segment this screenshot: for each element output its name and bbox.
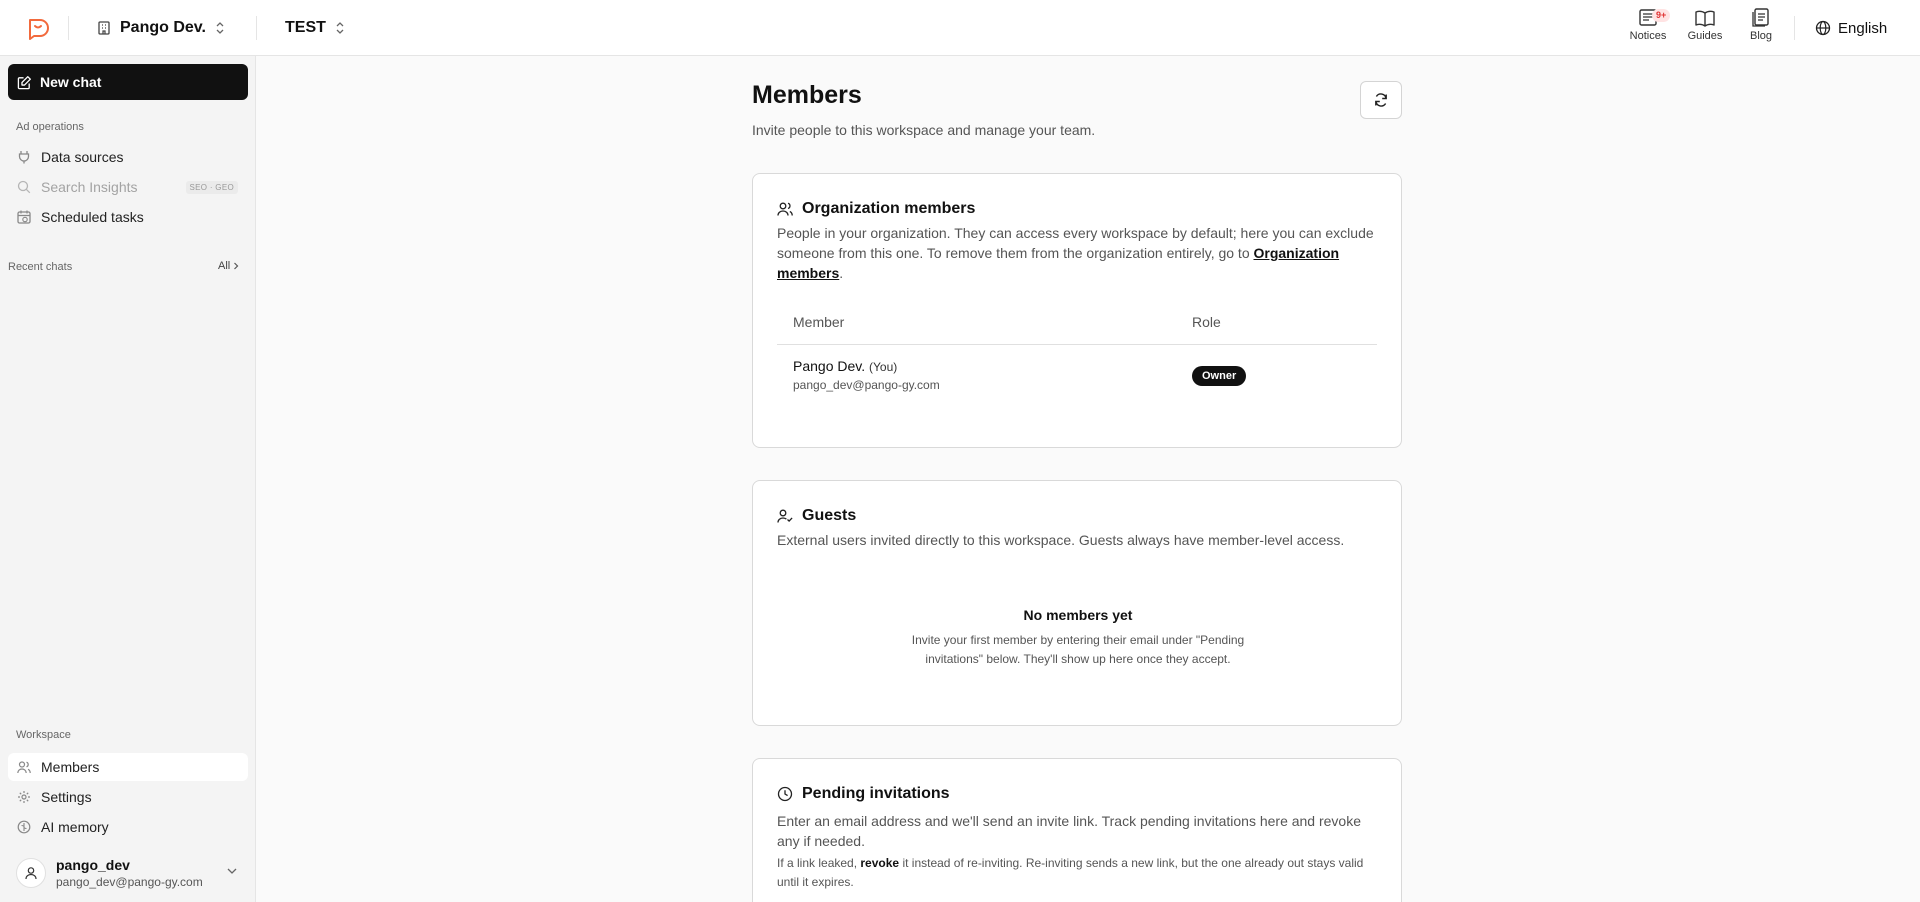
card-header: Organization members <box>777 200 975 218</box>
search-icon <box>17 180 31 194</box>
notices-button[interactable]: 9+ Notices <box>1620 8 1676 48</box>
sidebar-item-data-sources[interactable]: Data sources <box>8 143 248 171</box>
chevron-updown-icon <box>216 22 224 34</box>
seo-geo-tag: SEO · GEO <box>185 180 238 194</box>
sidebar-item-search-insights[interactable]: Search Insights SEO · GEO <box>8 173 248 201</box>
table-row: Pango Dev. (You) pango_dev@pango-gy.com … <box>777 346 1377 406</box>
divider <box>1794 16 1795 40</box>
globe-icon <box>1815 20 1831 36</box>
member-email: pango_dev@pango-gy.com <box>793 378 940 392</box>
avatar <box>16 858 46 888</box>
brain-icon <box>17 820 31 834</box>
column-header-role: Role <box>1192 314 1221 330</box>
sidebar: New chat Ad operations Data sources Sear… <box>0 56 256 902</box>
section-label-ad-operations: Ad operations <box>16 121 84 133</box>
project-name: TEST <box>285 19 326 36</box>
notices-label: Notices <box>1629 30 1667 42</box>
divider <box>68 16 69 40</box>
section-label-recent-chats: Recent chats <box>8 261 73 273</box>
member-name-text: Pango Dev. <box>793 358 866 374</box>
guides-button[interactable]: Guides <box>1677 8 1733 48</box>
card-title: Organization members <box>802 200 976 217</box>
note-prefix: If a link leaked, <box>777 856 858 870</box>
recent-chats-all-link[interactable]: All <box>218 260 239 272</box>
top-bar: Pango Dev. TEST 9+ Notices Guides Blog E… <box>0 0 1920 56</box>
main-content: Members Invite people to this workspace … <box>257 56 1920 902</box>
language-label: English <box>1838 19 1888 37</box>
recent-all-label: All <box>218 260 231 272</box>
card-title: Pending invitations <box>802 785 950 802</box>
calendar-clock-icon <box>17 210 31 224</box>
org-desc-end: . <box>839 265 844 281</box>
card-description: Enter an email address and we'll send an… <box>777 813 1362 849</box>
sidebar-item-label: Scheduled tasks <box>41 209 144 225</box>
edit-icon <box>17 75 31 89</box>
refresh-icon <box>1375 93 1387 107</box>
empty-state-description: Invite your first member by entering the… <box>911 633 1245 666</box>
book-open-icon <box>1695 10 1715 27</box>
sidebar-item-label: Search Insights <box>41 179 138 195</box>
user-account-menu[interactable]: pango_dev pango_dev@pango-gy.com <box>8 850 248 896</box>
workspace-switcher[interactable]: Pango Dev. <box>96 14 226 42</box>
blog-button[interactable]: Blog <box>1733 8 1789 48</box>
new-chat-button[interactable]: New chat <box>8 64 248 100</box>
note-bold: revoke <box>860 856 900 870</box>
sidebar-item-scheduled-tasks[interactable]: Scheduled tasks <box>8 203 248 231</box>
users-icon <box>777 202 793 216</box>
clock-icon <box>777 786 793 802</box>
column-header-member: Member <box>793 314 845 330</box>
page-title: Members <box>752 81 862 109</box>
chevron-updown-icon <box>336 22 344 34</box>
user-name: pango_dev <box>56 857 130 873</box>
user-email: pango_dev@pango-gy.com <box>56 875 203 889</box>
guides-label: Guides <box>1687 30 1723 42</box>
pending-invitations-card: Pending invitations Enter an email addre… <box>752 758 1402 902</box>
page-subtitle: Invite people to this workspace and mana… <box>752 122 1096 138</box>
notices-badge: 9+ <box>1652 9 1671 22</box>
workspace-name: Pango Dev. <box>120 19 206 36</box>
organization-members-card: Organization members People in your orga… <box>752 173 1402 448</box>
card-header: Guests <box>777 507 856 525</box>
sidebar-item-label: Members <box>41 759 100 775</box>
empty-state-title: No members yet <box>1023 607 1133 623</box>
members-table-header: Member Role <box>777 301 1377 345</box>
section-label-workspace: Workspace <box>16 729 71 741</box>
sidebar-item-ai-memory[interactable]: AI memory <box>8 813 248 841</box>
refresh-button[interactable] <box>1360 81 1402 119</box>
card-description: People in your organization. They can ac… <box>777 223 1377 283</box>
card-header: Pending invitations <box>777 785 950 803</box>
new-chat-label: New chat <box>40 74 102 90</box>
card-description: External users invited directly to this … <box>777 532 1345 548</box>
chevron-down-icon <box>227 868 237 874</box>
app-logo-icon[interactable] <box>26 16 50 40</box>
sidebar-item-label: AI memory <box>41 819 109 835</box>
gear-icon <box>18 791 30 803</box>
sidebar-item-label: Data sources <box>41 149 124 165</box>
project-switcher[interactable]: TEST <box>285 14 346 42</box>
blog-label: Blog <box>1749 30 1773 42</box>
sidebar-item-settings[interactable]: Settings <box>8 783 248 811</box>
sidebar-item-label: Settings <box>41 789 92 805</box>
user-check-icon <box>777 509 793 523</box>
you-indicator: (You) <box>869 360 898 374</box>
card-title: Guests <box>802 507 857 524</box>
user-icon <box>25 867 37 880</box>
language-selector[interactable]: English <box>1815 14 1887 42</box>
role-badge: Owner <box>1192 366 1247 386</box>
member-name: Pango Dev. (You) <box>793 358 897 374</box>
blog-icon <box>1752 8 1769 27</box>
building-icon <box>98 21 110 35</box>
revoke-note: If a link leaked, revoke it instead of r… <box>777 854 1377 892</box>
guests-card: Guests External users invited directly t… <box>752 480 1402 726</box>
users-icon <box>17 761 31 774</box>
sidebar-item-members[interactable]: Members <box>8 753 248 781</box>
plug-icon <box>18 151 30 164</box>
chevron-right-icon <box>234 262 239 270</box>
divider <box>256 16 257 40</box>
